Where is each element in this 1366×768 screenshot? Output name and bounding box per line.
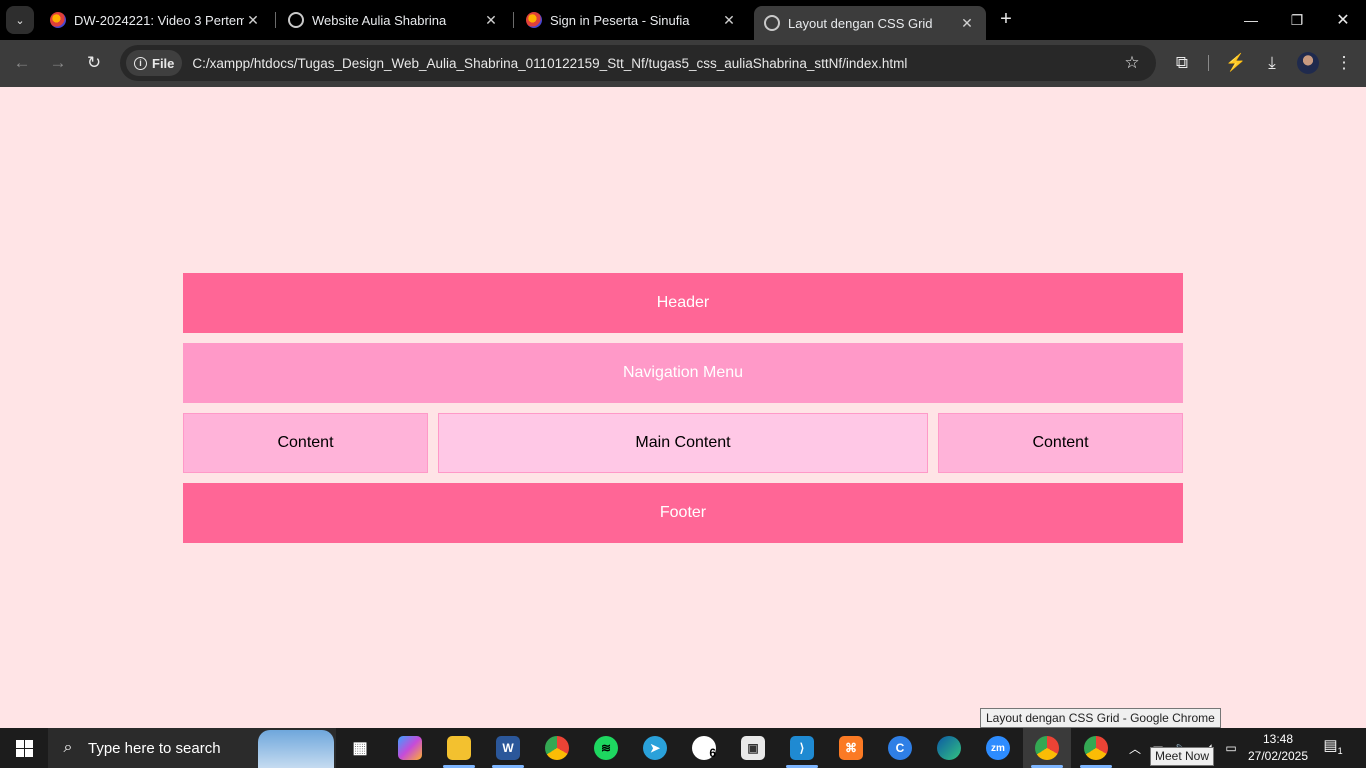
grid-main-content: Main Content	[438, 413, 928, 473]
vscode-icon[interactable]: ⟩	[790, 736, 814, 760]
back-button[interactable]: ←	[10, 51, 34, 75]
browser-toolbar: ← → ↻ i File C:/xampp/htdocs/Tugas_Desig…	[0, 40, 1366, 87]
tab-website-aulia[interactable]: Website Aulia Shabrina ✕	[278, 0, 510, 40]
close-icon[interactable]: ✕	[958, 15, 976, 32]
tab-css-grid[interactable]: Layout dengan CSS Grid ✕	[754, 6, 986, 40]
edge-icon[interactable]	[937, 736, 961, 760]
chrome-icon	[1035, 736, 1059, 760]
url-text[interactable]: C:/xampp/htdocs/Tugas_Design_Web_Aulia_S…	[192, 56, 1120, 71]
word-icon[interactable]: W	[496, 736, 520, 760]
info-icon: i	[134, 56, 147, 70]
reload-button[interactable]: ↻	[82, 51, 106, 75]
globe-icon	[288, 12, 304, 28]
forward-button[interactable]: →	[46, 51, 70, 75]
grid-navigation-menu: Navigation Menu	[183, 343, 1183, 403]
menu-kebab-icon[interactable]: ⋮	[1332, 51, 1356, 75]
search-highlight-image	[258, 730, 334, 768]
windows-logo-icon	[15, 739, 33, 757]
firefox-icon	[50, 12, 66, 28]
new-tab-button[interactable]: +	[994, 8, 1018, 32]
chrome-profile-icon[interactable]	[1084, 736, 1108, 760]
download-icon[interactable]: ⤓	[1260, 51, 1284, 75]
tab-strip: ⌄ DW-2024221: Video 3 Pertemuan ✕ Websit…	[0, 0, 1366, 40]
xampp-icon[interactable]: ⌘	[839, 736, 863, 760]
clock-date: 27/02/2025	[1247, 749, 1309, 763]
chrome-icon[interactable]	[545, 736, 569, 760]
microsoft-store-icon[interactable]: ▣	[741, 736, 765, 760]
search-placeholder: Type here to search	[88, 739, 221, 757]
grid-layout: Header Navigation Menu Content Main Cont…	[183, 273, 1183, 543]
close-icon[interactable]: ✕	[482, 12, 500, 29]
tab-title: DW-2024221: Video 3 Pertemuan	[74, 12, 244, 28]
globe-icon	[764, 15, 780, 31]
tab-separator	[513, 12, 514, 28]
tab-sign-in[interactable]: Sign in Peserta - Sinufia ✕	[516, 0, 748, 40]
tab-search-button[interactable]: ⌄	[6, 6, 34, 34]
extensions-icon[interactable]: ⧉	[1170, 51, 1194, 75]
whatsapp-badge: 6	[709, 746, 716, 760]
close-icon[interactable]: ✕	[244, 12, 262, 29]
performance-icon[interactable]: ⚡	[1224, 51, 1248, 75]
grid-content-left: Content	[183, 413, 428, 473]
system-clock[interactable]: 13:48 27/02/2025	[1242, 731, 1314, 765]
grid-footer: Footer	[183, 483, 1183, 543]
spotify-icon[interactable]: ≋	[594, 736, 618, 760]
battery-icon[interactable]: ▭	[1220, 728, 1242, 768]
telegram-icon[interactable]: ➤	[643, 736, 667, 760]
clock-time: 13:48	[1262, 732, 1294, 746]
tab-title: Layout dengan CSS Grid	[788, 15, 933, 31]
grid-content-right: Content	[938, 413, 1183, 473]
tab-separator	[275, 12, 276, 28]
notification-icon[interactable]: ▤1	[1322, 736, 1344, 758]
close-icon[interactable]: ✕	[720, 12, 738, 29]
site-chip-label: File	[152, 55, 175, 71]
tray-overflow-chevron-icon[interactable]: ︿	[1124, 728, 1146, 768]
canva-icon[interactable]: C	[888, 736, 912, 760]
taskbar-search-box[interactable]: ⌕ Type here to search	[48, 728, 336, 768]
bookmark-star-icon[interactable]: ☆	[1120, 53, 1144, 73]
tab-title: Website Aulia Shabrina	[312, 12, 447, 28]
profile-avatar[interactable]	[1297, 52, 1319, 74]
zoom-icon[interactable]: zm	[986, 736, 1010, 760]
window-close-button[interactable]: ✕	[1320, 0, 1366, 40]
tab-title: Sign in Peserta - Sinufia	[550, 12, 690, 28]
notification-count: 1	[1337, 746, 1343, 756]
copilot-icon[interactable]	[398, 736, 422, 760]
meet-now-tooltip: Meet Now	[1150, 747, 1215, 766]
chrome-active-window[interactable]	[1023, 728, 1071, 768]
restore-button[interactable]: ❐	[1274, 0, 1320, 40]
address-bar[interactable]: i File C:/xampp/htdocs/Tugas_Design_Web_…	[120, 45, 1156, 81]
firefox-icon	[526, 12, 542, 28]
toolbar-divider	[1208, 55, 1209, 71]
grid-header: Header	[183, 273, 1183, 333]
start-button[interactable]	[0, 728, 48, 768]
site-info-chip[interactable]: i File	[126, 50, 183, 76]
tab-dw-video[interactable]: DW-2024221: Video 3 Pertemuan ✕	[40, 0, 272, 40]
search-icon: ⌕	[63, 739, 73, 756]
whatsapp-icon[interactable]: 6	[692, 736, 716, 760]
window-tooltip: Layout dengan CSS Grid - Google Chrome	[980, 708, 1221, 728]
file-explorer-icon[interactable]	[447, 736, 471, 760]
minimize-button[interactable]: —	[1228, 0, 1274, 40]
task-view-icon[interactable]: ▦	[348, 736, 372, 760]
